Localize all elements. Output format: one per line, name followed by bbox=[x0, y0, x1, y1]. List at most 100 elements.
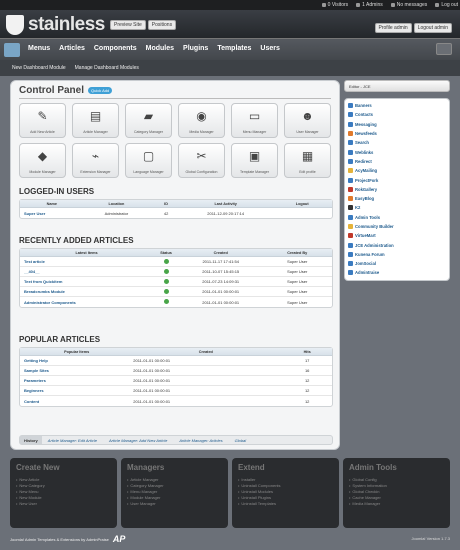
nav-item-templates[interactable]: Templates bbox=[217, 45, 251, 52]
side-item-kunena-forum[interactable]: Kunena Forum bbox=[345, 250, 449, 259]
article-link[interactable]: Getting Help bbox=[20, 358, 129, 363]
quick-icon-4[interactable]: ▭ Menu Manager bbox=[231, 103, 278, 138]
footer-column-2: ExtendInstallerUninstall ComponentsUnins… bbox=[232, 458, 339, 528]
quick-icon-glyph: ▢ bbox=[142, 149, 155, 163]
history-crumb[interactable]: Article Manager: Add New Article bbox=[103, 438, 173, 443]
published-check-icon[interactable] bbox=[163, 288, 169, 294]
status-cell bbox=[149, 278, 179, 285]
side-item-rokgallery[interactable]: RokGallery bbox=[345, 185, 449, 194]
quick-icon-glyph: ☻ bbox=[301, 109, 314, 123]
side-item-redirect[interactable]: Redirect bbox=[345, 157, 449, 166]
nav-item-plugins[interactable]: Plugins bbox=[183, 45, 208, 52]
popular-articles-title: POPULAR ARTICLES bbox=[19, 335, 101, 344]
article-link[interactable]: Content bbox=[20, 399, 129, 404]
quick-icon-8[interactable]: ▢ Language Manager bbox=[125, 143, 172, 178]
gear-icon[interactable] bbox=[436, 43, 452, 55]
top-stat-label: 0 Visitors bbox=[327, 2, 349, 8]
published-check-icon[interactable] bbox=[163, 258, 169, 264]
side-item-community-builder[interactable]: Community Builder bbox=[345, 222, 449, 231]
published-check-icon[interactable] bbox=[163, 299, 169, 304]
profile-button[interactable]: Profile admin bbox=[374, 23, 412, 33]
published-check-icon[interactable] bbox=[163, 268, 169, 274]
top-stat-3[interactable]: Log out bbox=[435, 2, 458, 8]
adminpraise-logo: AP bbox=[112, 534, 126, 544]
side-item-newsfeeds[interactable]: Newsfeeds bbox=[345, 129, 449, 138]
new-dashboard-module-link[interactable]: New Dashboard Module bbox=[12, 65, 66, 71]
nav-item-articles[interactable]: Articles bbox=[59, 45, 85, 52]
side-item-k2[interactable]: K2 bbox=[345, 203, 449, 212]
footer-link[interactable]: User Manager bbox=[127, 500, 222, 506]
footer-link[interactable]: Media Manager bbox=[349, 500, 444, 506]
component-icon bbox=[348, 149, 353, 155]
quick-icon-10[interactable]: ▣ Template Manager bbox=[231, 143, 278, 178]
nav-item-menus[interactable]: Menus bbox=[28, 45, 50, 52]
preview-site-button[interactable]: Preview Site bbox=[110, 20, 146, 30]
side-item-virtuemart[interactable]: VirtueMart bbox=[345, 231, 449, 240]
footer-column-0: Create NewNew ArticleNew CategoryNew Men… bbox=[10, 458, 117, 528]
component-icon bbox=[348, 121, 353, 127]
nav-item-modules[interactable]: Modules bbox=[146, 45, 174, 52]
nav-item-users[interactable]: Users bbox=[260, 45, 279, 52]
history-crumb[interactable]: Article Manager: Articles bbox=[173, 438, 228, 443]
side-item-acymailing[interactable]: AcyMailing bbox=[345, 166, 449, 175]
quick-icon-0[interactable]: ✎ Add New Article bbox=[19, 103, 66, 138]
component-icon bbox=[348, 168, 353, 174]
published-check-icon[interactable] bbox=[163, 278, 169, 284]
article-link[interactable]: Breadcrumbs Module bbox=[20, 289, 149, 294]
side-item-contacts[interactable]: Contacts bbox=[345, 110, 449, 119]
table-row: Super User Administrator 42 2011-12-09 20:1… bbox=[20, 208, 332, 218]
created-by-cell: Super User bbox=[287, 299, 308, 305]
side-item-label: Kunena Forum bbox=[355, 251, 385, 257]
positions-button[interactable]: Positions bbox=[147, 20, 177, 30]
side-item-messaging[interactable]: Messaging bbox=[345, 120, 449, 129]
footer-link[interactable]: Uninstall Templates bbox=[238, 500, 333, 506]
top-status-bar: 0 Visitors 1 Admins No messages Log out bbox=[0, 0, 460, 10]
quick-add-button[interactable]: Quick Add bbox=[88, 87, 113, 94]
history-crumb[interactable]: Global bbox=[229, 438, 253, 443]
quick-icon-5[interactable]: ☻ User Manager bbox=[284, 103, 331, 138]
quick-icon-glyph: ✎ bbox=[37, 109, 48, 123]
quick-icon-6[interactable]: ◆ Module Manager bbox=[19, 143, 66, 178]
logged-in-title: LOGGED-IN USERS bbox=[19, 187, 95, 196]
article-link[interactable]: __404__ bbox=[20, 269, 149, 274]
quick-icon-11[interactable]: ▦ Edit profile bbox=[284, 143, 331, 178]
side-item-label: Redirect bbox=[355, 158, 372, 164]
nav-item-components[interactable]: Components bbox=[94, 45, 137, 52]
quick-icon-1[interactable]: ▤ Article Manager bbox=[72, 103, 119, 138]
side-item-jomsocial[interactable]: JomSocial bbox=[345, 259, 449, 268]
user-name-link[interactable]: Super User bbox=[20, 211, 80, 216]
hits-cell: 12 bbox=[304, 398, 310, 404]
article-link[interactable]: Sample Sites bbox=[20, 368, 129, 373]
quick-icon-label: Language Manager bbox=[133, 170, 164, 174]
control-panel: Control Panel Quick Add ✎ Add New Article… bbox=[10, 80, 340, 450]
side-item-banners[interactable]: Banners bbox=[345, 101, 449, 110]
home-icon[interactable] bbox=[4, 43, 20, 57]
side-item-easyblog[interactable]: EasyBlog bbox=[345, 194, 449, 203]
side-item-projectfork[interactable]: ProjectFork bbox=[345, 175, 449, 184]
side-item-jce-administration[interactable]: JCE Administration bbox=[345, 240, 449, 249]
created-cell: 2011-07-23 14:09:31 bbox=[202, 279, 240, 284]
article-link[interactable]: Parameters bbox=[20, 378, 129, 383]
quick-icon-label: User Manager bbox=[296, 130, 319, 134]
popular-articles-table: Popular Items Created Hits Getting Help 201… bbox=[19, 347, 333, 407]
article-link[interactable]: Test article bbox=[20, 259, 149, 264]
article-link[interactable]: Administrator Components bbox=[20, 300, 149, 305]
quick-icon-9[interactable]: ✂ Global Configuration bbox=[178, 143, 225, 178]
editor-select[interactable]: Editor - JCE bbox=[344, 80, 450, 92]
side-item-admin-tools[interactable]: Admin Tools bbox=[345, 213, 449, 222]
logout-button[interactable]: Logout admin bbox=[413, 23, 452, 33]
article-link[interactable]: Beginners bbox=[20, 388, 129, 393]
side-item-search[interactable]: Search bbox=[345, 138, 449, 147]
history-crumb[interactable]: Article Manager: Edit Article bbox=[42, 438, 103, 443]
article-link[interactable]: Text from Quickitem bbox=[20, 279, 149, 284]
side-item-weblinks[interactable]: Weblinks bbox=[345, 147, 449, 156]
quick-icon-glyph: ▰ bbox=[143, 109, 154, 123]
side-item-admintraise[interactable]: Admintraise bbox=[345, 268, 449, 277]
quick-icon-7[interactable]: ⌁ Extension Manager bbox=[72, 143, 119, 178]
footer-link[interactable]: New User bbox=[16, 500, 111, 506]
side-item-label: Search bbox=[355, 140, 369, 146]
quick-icon-3[interactable]: ◉ Media Manager bbox=[178, 103, 225, 138]
manage-dashboard-modules-link[interactable]: Manage Dashboard Modules bbox=[75, 65, 139, 71]
component-icon bbox=[348, 131, 353, 137]
quick-icon-2[interactable]: ▰ Category Manager bbox=[125, 103, 172, 138]
